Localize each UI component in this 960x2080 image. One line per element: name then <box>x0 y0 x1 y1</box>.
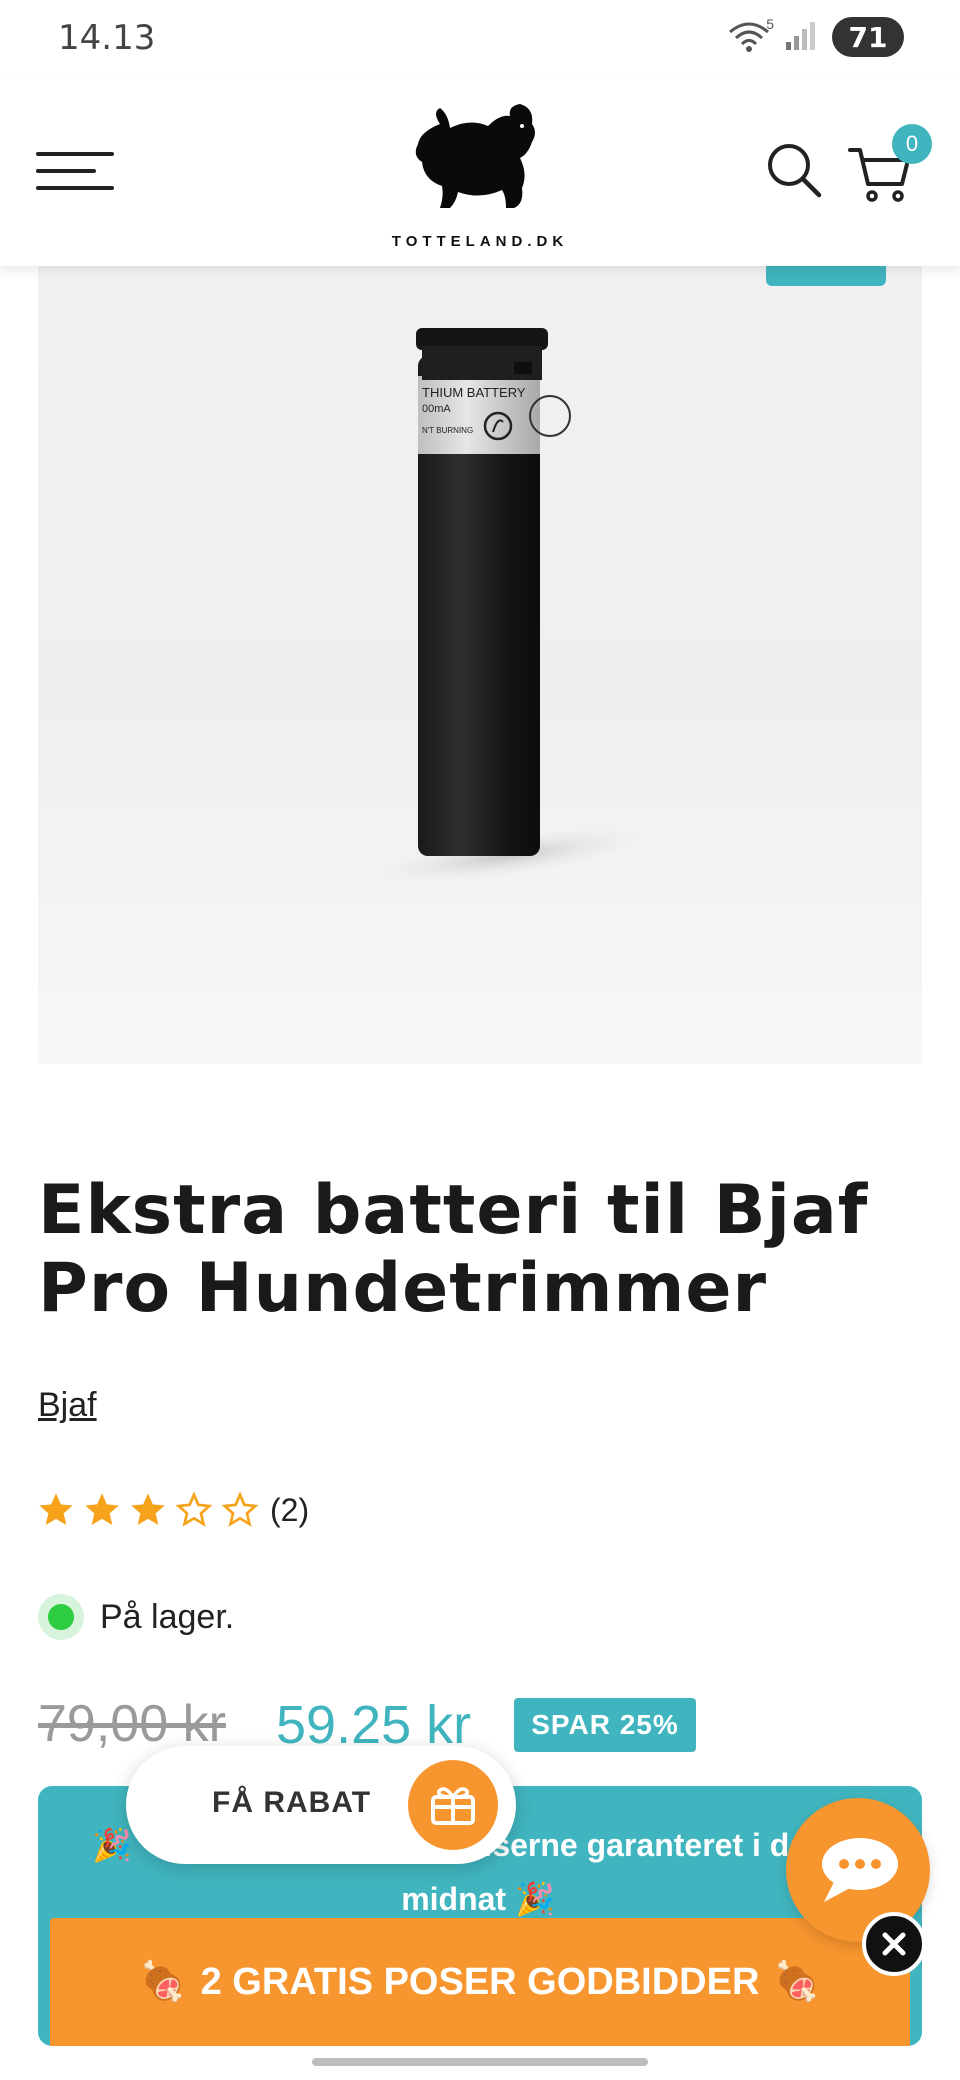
discount-badge: SPAR 25% <box>514 1698 696 1752</box>
old-price: 79,00 kr <box>38 1695 226 1753</box>
close-chat-button[interactable] <box>862 1912 926 1976</box>
wifi-label: 5 <box>766 16 774 32</box>
product-image[interactable]: THIUM BATTERY 00mA N'T BURNING <box>38 266 922 1064</box>
hamburger-line <box>36 186 114 190</box>
home-indicator[interactable] <box>312 2058 648 2066</box>
site-header: TOTTELAND.DK 0 <box>0 76 960 266</box>
battery-product-photo: THIUM BATTERY 00mA N'T BURNING <box>359 328 657 887</box>
brand-link[interactable]: Bjaf <box>38 1386 97 1425</box>
star-filled-icon <box>39 1493 73 1525</box>
logo-text: TOTTELAND.DK <box>391 233 569 250</box>
meat-icon: 🍖 <box>139 1961 187 2003</box>
product-title: Ekstra batteri til Bjaf Pro Hundetrimmer <box>38 1171 869 1328</box>
status-time: 14.13 <box>58 18 156 58</box>
site-logo[interactable]: TOTTELAND.DK <box>390 100 570 250</box>
meat-icon: 🍖 <box>773 1961 821 2003</box>
star-filled-icon <box>131 1493 165 1525</box>
free-treats-offer-button[interactable]: 🍖 2 GRATIS POSER GODBIDDER 🍖 <box>50 1918 910 2046</box>
get-discount-label: FÅ RABAT <box>212 1786 372 1819</box>
cart-button[interactable]: 0 <box>848 124 932 206</box>
star-empty-icon <box>175 1491 213 1527</box>
star-filled-icon <box>85 1493 119 1525</box>
party-icon: 🎉 <box>514 1881 555 1917</box>
search-icon <box>768 144 822 198</box>
signal-icon <box>784 18 818 57</box>
dog-logo-icon <box>415 104 535 208</box>
battery-indicator: 71 <box>832 17 904 57</box>
in-stock-dot-icon <box>38 1594 84 1640</box>
wifi-icon: 5 <box>728 16 774 54</box>
chat-icon <box>822 1838 898 1902</box>
battery-label-line2: 00mA <box>422 403 451 415</box>
menu-button[interactable] <box>36 144 114 198</box>
battery-label-line1: THIUM BATTERY <box>422 385 526 400</box>
review-count: (2) <box>270 1491 310 1528</box>
hamburger-line <box>36 152 114 156</box>
get-discount-button[interactable]: FÅ RABAT <box>126 1746 516 1864</box>
close-icon <box>882 1932 906 1956</box>
cart-count-badge: 0 <box>892 124 932 164</box>
stock-text: På lager. <box>100 1597 235 1636</box>
search-button[interactable] <box>764 140 824 200</box>
hamburger-line <box>36 169 96 173</box>
status-icons: 5 71 <box>728 14 904 60</box>
promo-text-line2: midnat <box>401 1881 507 1917</box>
offer-label: 2 GRATIS POSER GODBIDDER <box>200 1960 760 2003</box>
star-empty-icon <box>221 1491 259 1527</box>
rating-stars[interactable]: (2) <box>36 1490 309 1530</box>
battery-label-line3: N'T BURNING <box>422 426 473 435</box>
stock-status: På lager. <box>38 1594 234 1640</box>
party-icon: 🎉 <box>92 1827 132 1863</box>
status-bar: 14.13 5 71 <box>0 0 960 76</box>
gift-icon <box>408 1760 498 1850</box>
